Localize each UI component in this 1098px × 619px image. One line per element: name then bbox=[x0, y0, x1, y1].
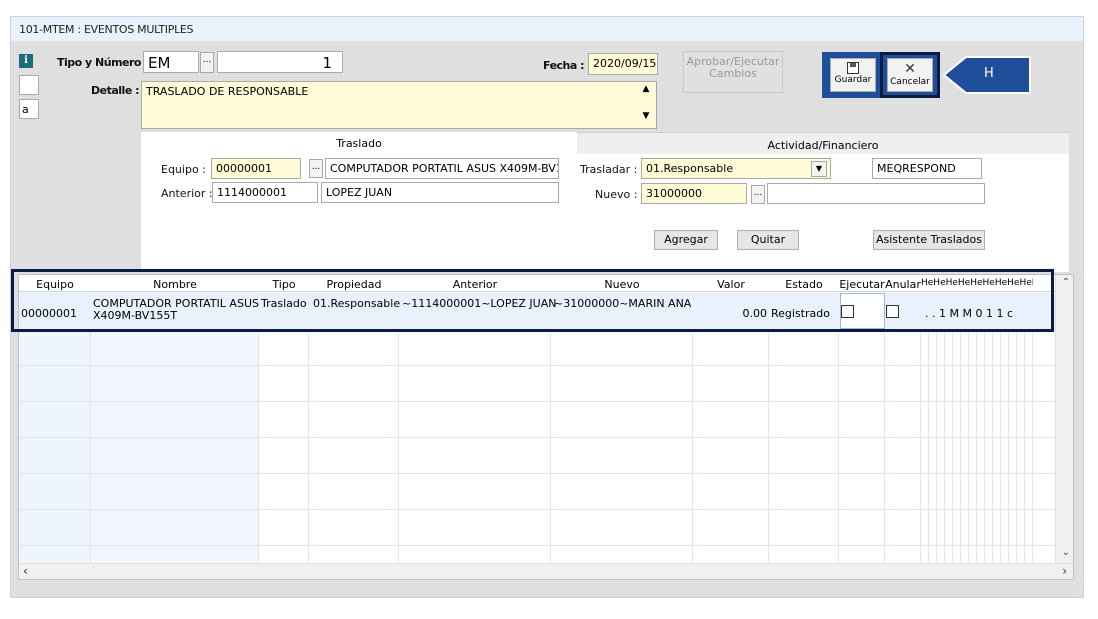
scroll-left-icon[interactable]: ‹ bbox=[23, 564, 28, 578]
grid-row-callout bbox=[11, 269, 1054, 332]
horizontal-scrollbar[interactable] bbox=[19, 563, 1073, 579]
fecha-field[interactable]: 2020/09/15 bbox=[588, 53, 658, 75]
tipo-lookup-button[interactable]: ... bbox=[200, 52, 214, 73]
cancelar-button[interactable]: ✕ Cancelar bbox=[887, 58, 933, 92]
anterior-name-field[interactable]: LOPEZ JUAN bbox=[321, 182, 559, 203]
vertical-scrollbar[interactable] bbox=[1055, 275, 1073, 563]
scroll-down-icon[interactable]: ⌄ bbox=[1062, 547, 1070, 558]
fecha-label: Fecha : bbox=[543, 59, 585, 72]
aprobar-ejecutar-button[interactable]: Aprobar/Ejecutar Cambios bbox=[683, 51, 783, 93]
agregar-button[interactable]: Agregar bbox=[654, 230, 718, 250]
detalle-scroll-down-icon[interactable]: ▼ bbox=[639, 111, 653, 125]
detalle-scroll-up-icon[interactable]: ▲ bbox=[639, 84, 653, 98]
cancelar-label: Cancelar bbox=[890, 77, 930, 87]
window-title: 101-MTEM : EVENTOS MULTIPLES bbox=[19, 23, 194, 36]
trasladar-select[interactable]: 01.Responsable bbox=[641, 158, 831, 179]
nuevo-lookup-button[interactable]: ... bbox=[751, 185, 765, 204]
main-window: 101-MTEM : EVENTOS MULTIPLES i a Tipo y … bbox=[10, 16, 1084, 598]
detalle-textarea[interactable]: TRASLADO DE RESPONSABLE bbox=[141, 81, 657, 129]
equipo-lookup-button[interactable]: ... bbox=[309, 159, 323, 178]
quitar-button[interactable]: Quitar bbox=[737, 230, 799, 250]
equipo-desc-field[interactable]: COMPUTADOR PORTATIL ASUS X409M-BV15 bbox=[325, 158, 559, 179]
scroll-right-icon[interactable]: › bbox=[1062, 564, 1067, 578]
anterior-field[interactable]: 1114000001 bbox=[212, 182, 318, 203]
code-field[interactable]: MEQRESPOND bbox=[872, 158, 982, 179]
numero-field[interactable]: 1 bbox=[217, 51, 343, 73]
nuevo-name-field[interactable] bbox=[767, 183, 985, 204]
anterior-label: Anterior : bbox=[161, 187, 213, 200]
tab-actividad-financiero[interactable]: Actividad/Financiero bbox=[577, 139, 1069, 152]
equipo-field[interactable]: 00000001 bbox=[211, 158, 301, 179]
floppy-disk-icon bbox=[847, 62, 859, 74]
nuevo-field[interactable]: 31000000 bbox=[641, 183, 747, 204]
tab-traslado[interactable]: Traslado bbox=[141, 137, 577, 150]
detalle-label: Detalle : bbox=[91, 84, 140, 97]
hint-label: H bbox=[984, 66, 994, 81]
detalle-text: TRASLADO DE RESPONSABLE bbox=[146, 85, 309, 98]
trasladar-label: Trasladar : bbox=[580, 163, 638, 176]
tipo-field[interactable]: EM bbox=[143, 51, 199, 73]
chevron-down-icon[interactable]: ▼ bbox=[811, 161, 827, 177]
title-bar: 101-MTEM : EVENTOS MULTIPLES bbox=[11, 17, 1083, 41]
nuevo-label: Nuevo : bbox=[595, 188, 638, 201]
scroll-up-icon[interactable]: ⌃ bbox=[1062, 277, 1070, 288]
guardar-label: Guardar bbox=[834, 75, 872, 85]
left-empty-field[interactable] bbox=[19, 75, 39, 95]
asistente-traslados-button[interactable]: Asistente Traslados bbox=[873, 230, 985, 250]
close-icon: ✕ bbox=[904, 61, 916, 77]
info-icon[interactable]: i bbox=[19, 54, 33, 68]
left-letter-field[interactable]: a bbox=[19, 99, 39, 119]
guardar-button[interactable]: Guardar bbox=[830, 58, 876, 92]
equipo-label: Equipo : bbox=[161, 163, 206, 176]
tipo-numero-label: Tipo y Número : bbox=[57, 56, 149, 69]
